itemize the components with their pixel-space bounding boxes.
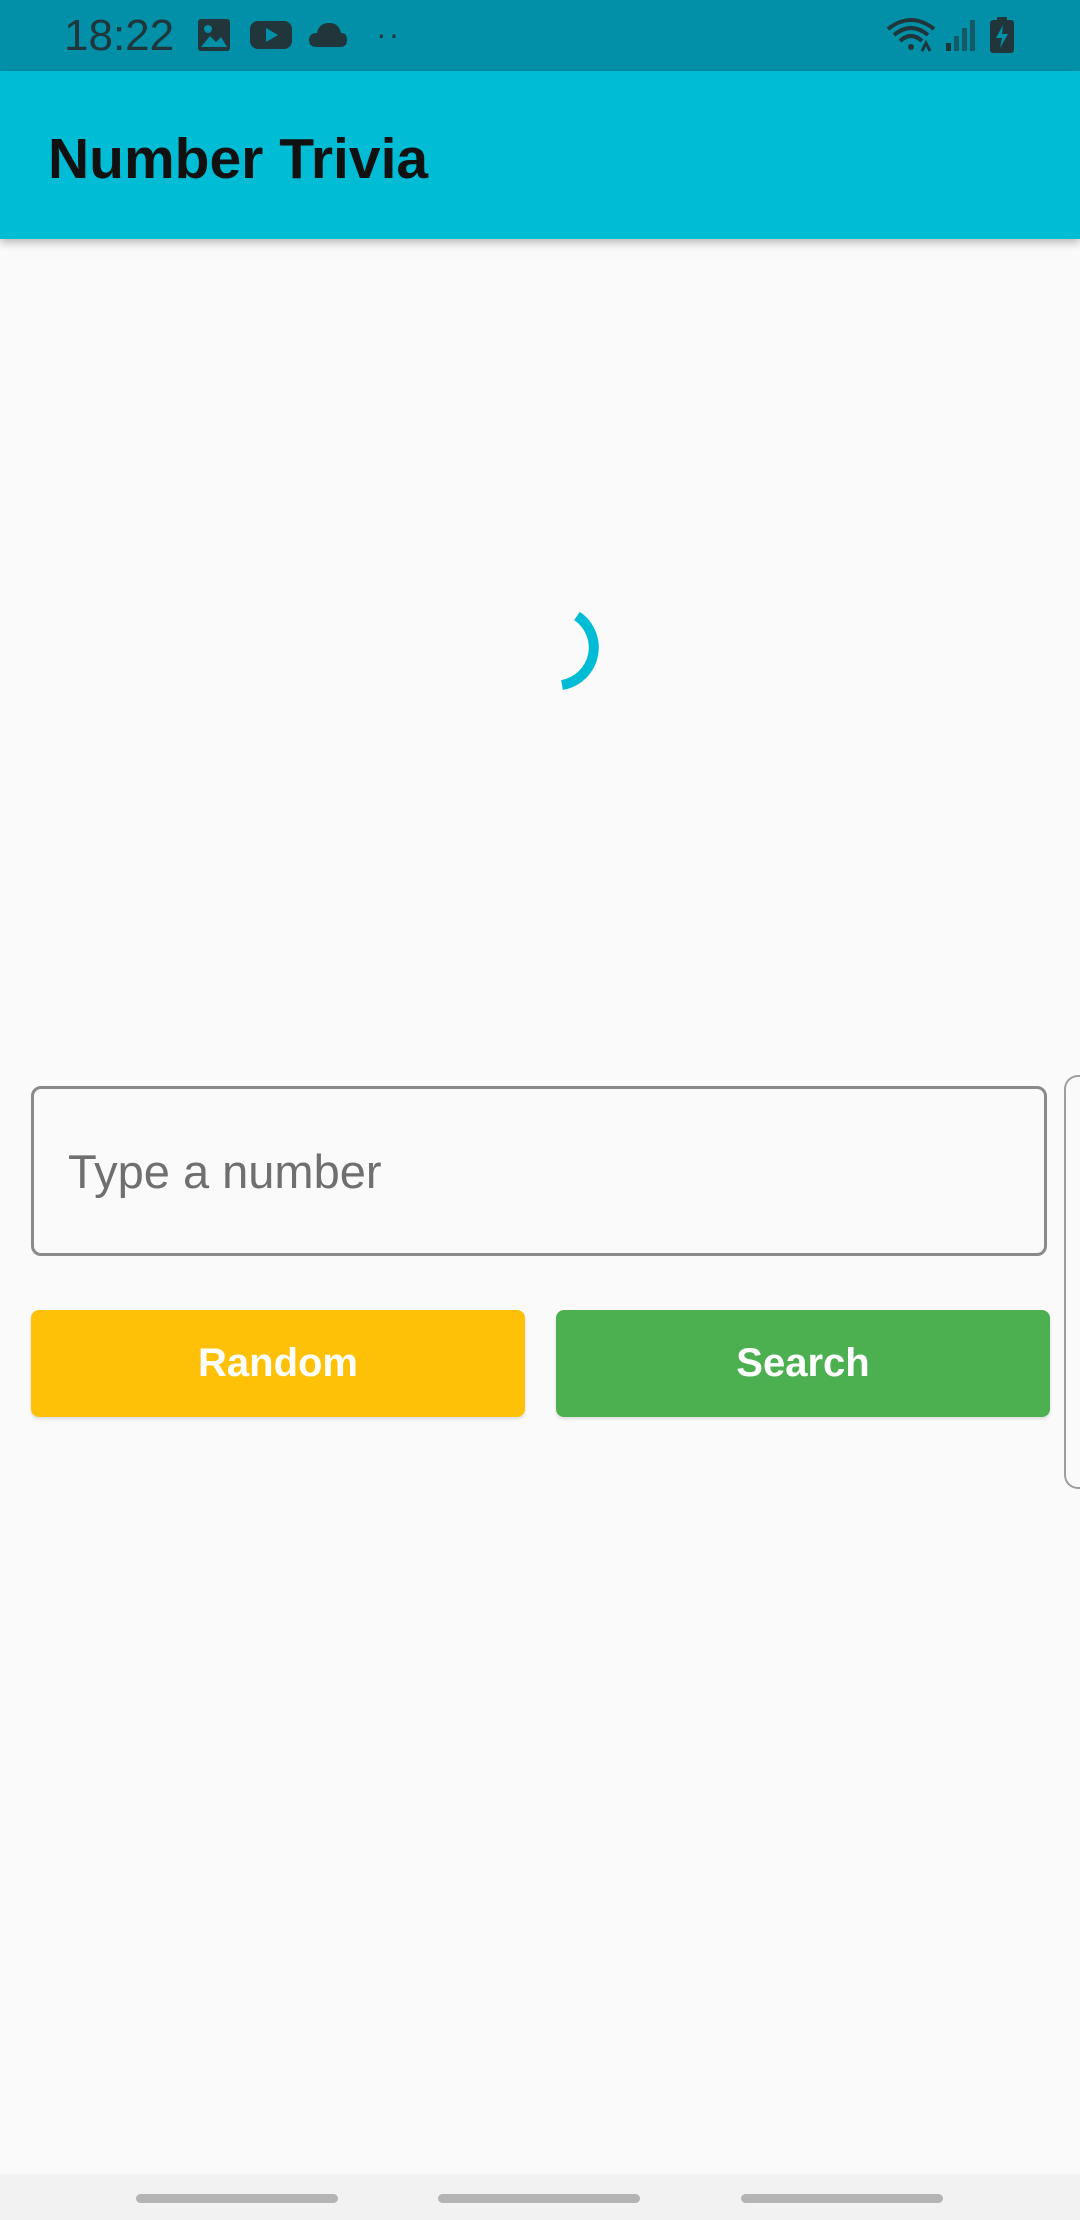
nav-home-handle[interactable] [438,2194,640,2203]
battery-charging-icon [990,17,1014,53]
more-notifications-icon: ·· [376,16,402,52]
search-button[interactable]: Search [556,1310,1050,1417]
cloud-icon [309,23,347,47]
app-bar: Number Trivia [0,71,1080,239]
number-input[interactable] [31,1086,1047,1256]
random-button[interactable]: Random [31,1310,525,1417]
navigation-bar [0,2174,1080,2220]
youtube-icon [250,21,292,49]
app-title: Number Trivia [48,127,429,191]
loading-spinner [560,611,599,690]
image-icon [198,19,230,51]
wifi-icon [886,18,936,52]
status-bar: 18:22 ·· [0,0,1080,71]
screen: 18:22 ·· Number Trivia Type a number Ran… [0,0,1080,2220]
status-time: 18:22 [64,11,175,60]
nav-back-handle[interactable] [741,2194,943,2203]
nav-recents-handle[interactable] [136,2194,338,2203]
signal-icon [946,20,975,51]
offscreen-card-edge [1064,1075,1080,1489]
